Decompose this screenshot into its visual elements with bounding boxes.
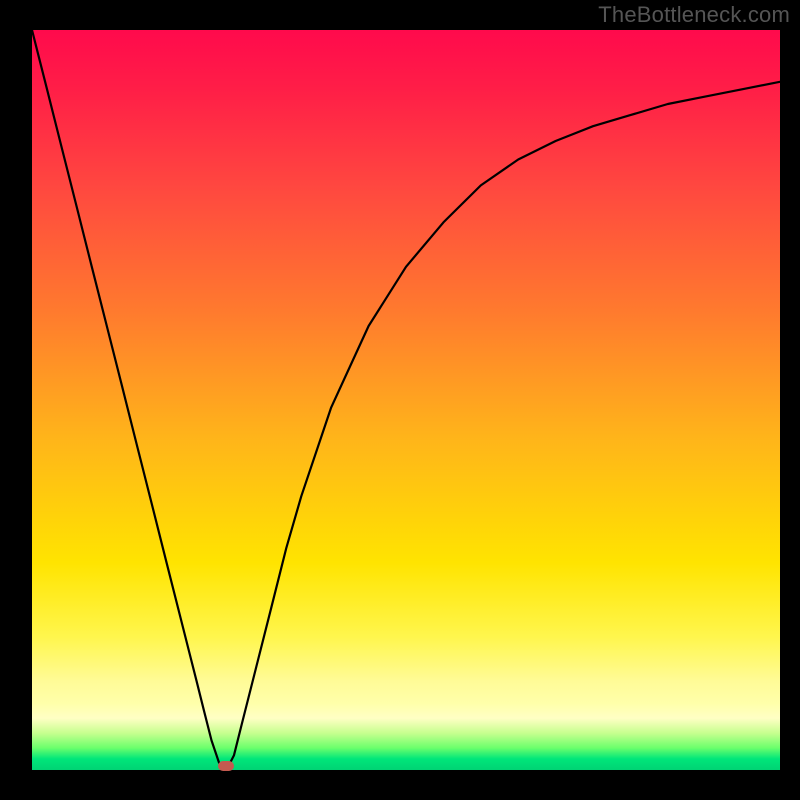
plot-area (32, 30, 780, 770)
optimal-point-marker (218, 761, 234, 771)
watermark-label: TheBottleneck.com (598, 2, 790, 28)
bottleneck-curve (32, 30, 780, 770)
chart-frame: TheBottleneck.com (0, 0, 800, 800)
